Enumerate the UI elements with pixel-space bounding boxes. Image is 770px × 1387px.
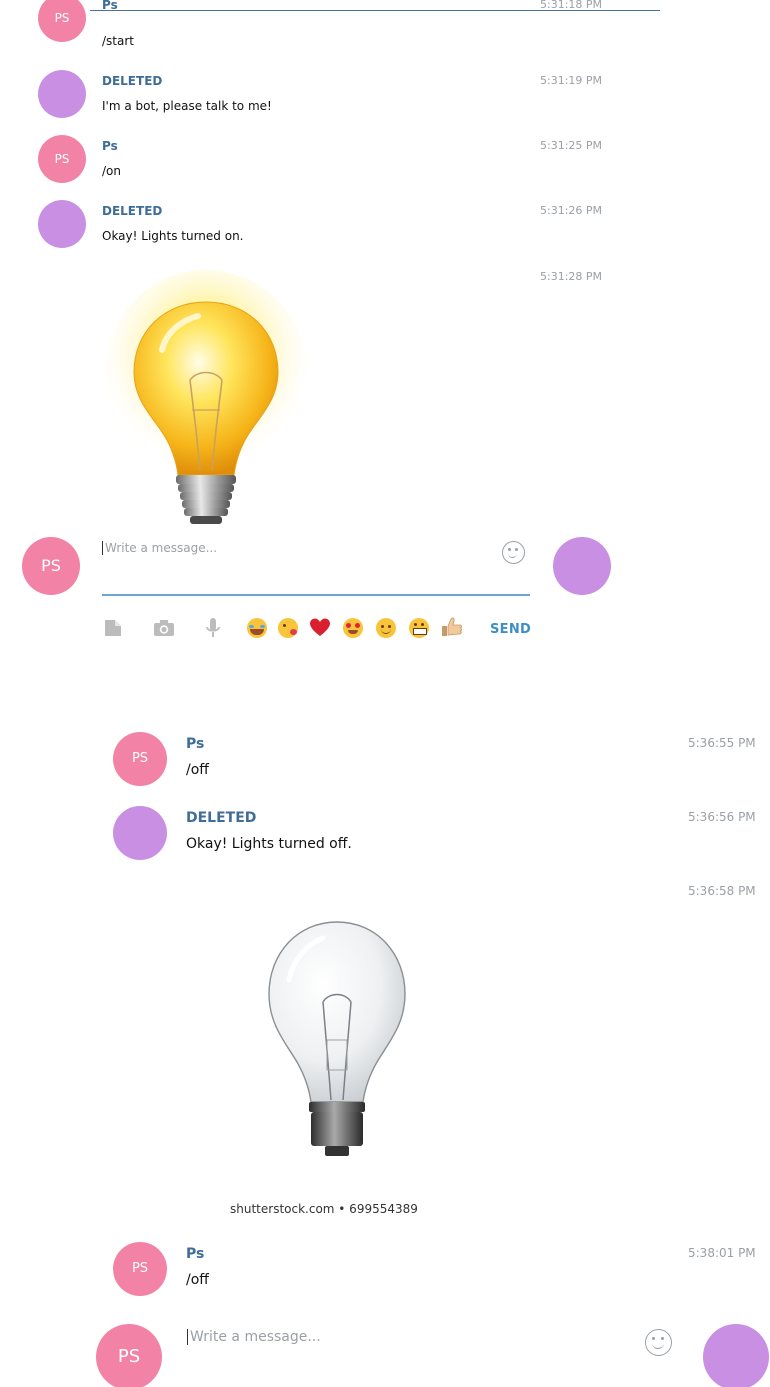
avatar-self[interactable]: PS <box>96 1324 162 1387</box>
avatar-peer[interactable] <box>553 537 611 595</box>
kiss-emoji-icon[interactable] <box>278 618 298 638</box>
avatar-ps[interactable]: PS <box>113 732 167 786</box>
avatar-self[interactable]: PS <box>22 537 80 595</box>
message-text: /start <box>102 34 134 48</box>
message-text: Okay! Lights turned off. <box>186 836 352 852</box>
avatar-deleted[interactable] <box>113 806 167 860</box>
avatar-ps[interactable]: PS <box>38 135 86 183</box>
emoji-picker-icon[interactable] <box>502 541 525 564</box>
joy-emoji-icon[interactable] <box>247 618 267 638</box>
message-author[interactable]: DELETED <box>186 810 256 826</box>
message-time: 5:31:28 PM <box>540 270 603 283</box>
heart-emoji-icon[interactable] <box>310 618 330 638</box>
message-text: /on <box>102 164 121 178</box>
avatar-deleted[interactable] <box>38 200 86 248</box>
message-time: 5:31:25 PM <box>540 139 603 152</box>
chat-screenshot-top: PS Ps /start 5:31:18 PM DELETED I'm a bo… <box>0 0 660 660</box>
message-time: 5:38:01 PM <box>688 1246 756 1260</box>
message-author[interactable]: Ps <box>102 0 118 12</box>
message-time: 5:36:58 PM <box>688 884 756 898</box>
message-author[interactable]: DELETED <box>102 74 162 88</box>
chat-screenshot-bottom: PS Ps /off 5:36:55 PM DELETED Okay! Ligh… <box>0 700 770 1387</box>
message-author[interactable]: Ps <box>186 736 204 752</box>
message-time: 5:31:26 PM <box>540 204 603 217</box>
avatar-deleted[interactable] <box>38 70 86 118</box>
message-time: 5:36:55 PM <box>688 736 756 750</box>
message-text: /off <box>186 1272 209 1288</box>
photo-credit: shutterstock.com • 699554389 <box>230 1202 418 1216</box>
grin-emoji-icon[interactable] <box>409 618 429 638</box>
message-text: Okay! Lights turned on. <box>102 229 244 243</box>
message-text: I'm a bot, please talk to me! <box>102 99 272 113</box>
message-time: 5:31:19 PM <box>540 74 603 87</box>
message-author[interactable]: Ps <box>102 139 118 153</box>
message-time: 5:36:56 PM <box>688 810 756 824</box>
message-input[interactable]: Write a message... <box>102 541 217 555</box>
light-bulb-off-photo[interactable] <box>265 920 410 1160</box>
microphone-icon[interactable] <box>205 617 221 639</box>
thumbs-up-emoji-icon[interactable] <box>441 616 463 638</box>
emoji-picker-icon[interactable] <box>645 1329 672 1356</box>
input-underline <box>102 594 530 596</box>
file-icon[interactable] <box>104 619 122 637</box>
smile-emoji-icon[interactable] <box>376 618 396 638</box>
heart-eyes-emoji-icon[interactable] <box>343 618 363 638</box>
message-time: 5:31:18 PM <box>540 0 603 11</box>
avatar-peer[interactable] <box>703 1324 769 1387</box>
camera-icon[interactable] <box>153 619 175 637</box>
avatar-ps[interactable]: PS <box>38 0 86 42</box>
send-button[interactable]: SEND <box>490 622 531 637</box>
message-author[interactable]: Ps <box>186 1246 204 1262</box>
message-text: /off <box>186 762 209 778</box>
message-author[interactable]: DELETED <box>102 204 162 218</box>
message-input[interactable]: Write a message... <box>187 1329 321 1345</box>
light-bulb-on-photo[interactable] <box>104 270 309 528</box>
avatar-ps[interactable]: PS <box>113 1242 167 1296</box>
